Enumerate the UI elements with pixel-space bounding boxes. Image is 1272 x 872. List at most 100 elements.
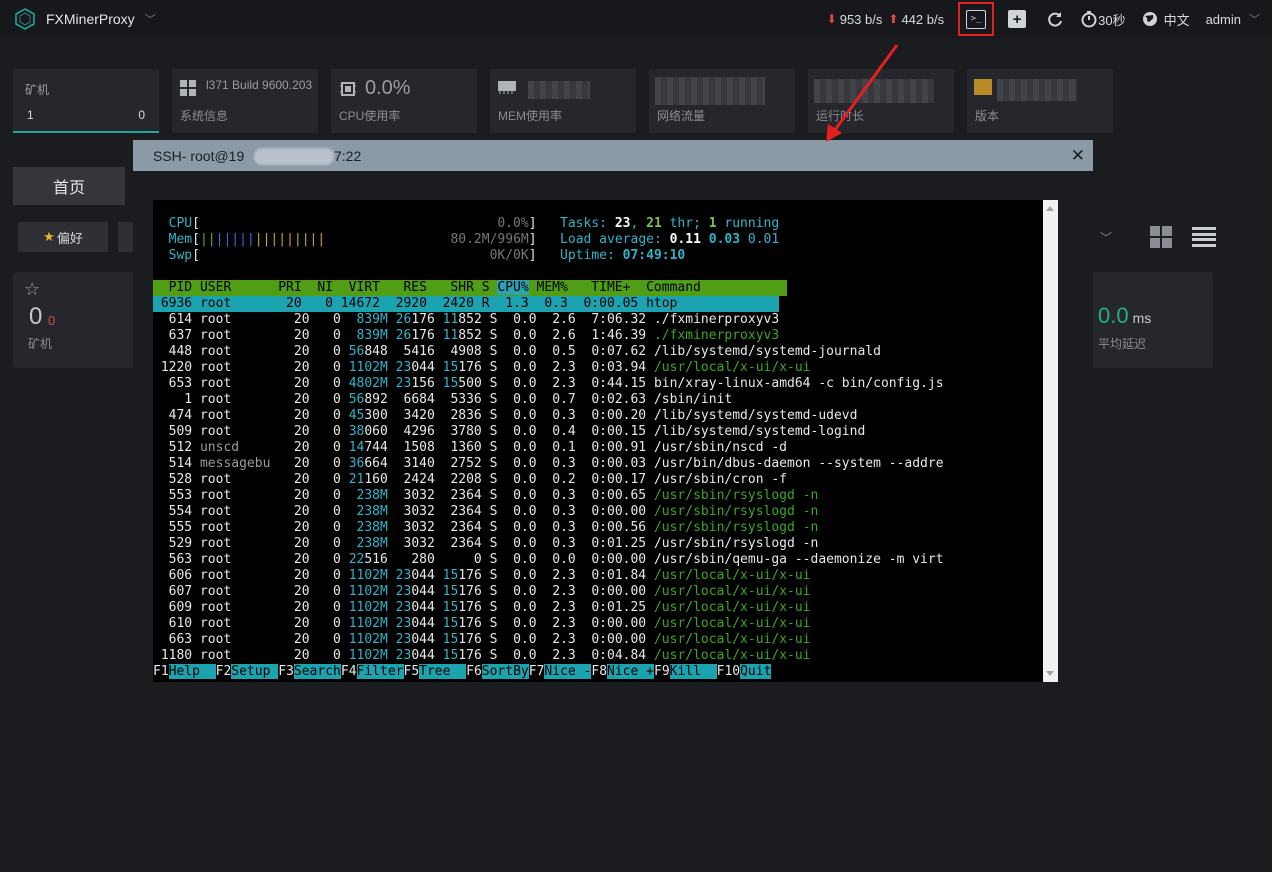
tasks-count: 23 [614,216,631,231]
mem-value: 80.2M/996M [450,232,529,247]
user-menu[interactable]: admin ﹀ [1206,11,1260,27]
process-row[interactable]: 514 messagebu 20 0 36664 3140 2752 S 0.0… [153,456,944,472]
process-row[interactable]: 653 root 20 0 4802M 23156 15500 S 0.0 2.… [153,376,944,392]
stopwatch-icon [1081,11,1097,28]
load-15: 0.01 [747,232,780,247]
scroll-up-icon[interactable] [1046,206,1054,211]
process-row[interactable]: 610 root 20 0 1102M 23044 15176 S 0.0 2.… [153,616,811,632]
fkey-f8[interactable]: F8 [591,664,607,679]
redacted-value [655,77,765,105]
process-row[interactable]: 1 root 20 0 56892 6684 5336 S 0.0 0.7 0:… [153,392,732,408]
load-1: 0.11 [669,232,701,247]
plus-icon: + [1008,10,1027,28]
selected-process-row[interactable]: 6936 root 20 0 14672 2920 2420 R 1.3 0.3… [153,296,780,312]
fkey-label[interactable]: Quit [740,664,772,679]
version-card: 版本 [967,69,1113,133]
fkey-label[interactable]: Nice - [544,664,592,679]
cpu-icon [340,82,356,96]
process-row[interactable]: 606 root 20 0 1102M 23044 15176 S 0.0 2.… [153,568,811,584]
system-version: l371 Build 9600.203 [206,78,313,92]
favorite-label: 偏好 [56,230,83,246]
interval-value: 30秒 [1098,12,1126,28]
fkey-f3[interactable]: F3 [278,664,294,679]
refresh-button[interactable] [1043,7,1067,31]
miner-offline: 0 [138,108,145,122]
chevron-down-icon[interactable]: ﹀ [1100,229,1112,246]
latency-label: 平均延迟 [1098,337,1147,351]
fkey-label[interactable]: Search [293,664,341,679]
process-row[interactable]: 607 root 20 0 1102M 23044 15176 S 0.0 2.… [153,584,811,600]
miners-count: 0 [29,303,43,330]
fkey-f2[interactable]: F2 [216,664,232,679]
process-row[interactable]: 529 root 20 0 238M 3032 2364 S 0.0 0.3 0… [153,536,819,552]
process-row[interactable]: 563 root 20 0 22516 280 0 S 0.0 0.0 0:00… [153,552,944,568]
load-5: 0.03 [708,232,741,247]
uptime-card: 运行时长 [808,69,954,133]
process-row[interactable]: 509 root 20 0 38060 4296 3780 S 0.0 0.4 … [153,424,866,440]
star-outline-icon[interactable]: ☆ [24,279,40,300]
app-name: FXMinerProxy [46,11,135,27]
close-icon[interactable]: ✕ [1071,146,1085,166]
uptime-value: 07:49:10 [622,248,686,263]
card-label: MEM使用率 [498,109,562,123]
network-card: 网络流量 [649,69,795,133]
terminal-icon[interactable]: >_ [966,9,987,29]
process-row[interactable]: 609 root 20 0 1102M 23044 15176 S 0.0 2.… [153,600,811,616]
miner-card[interactable]: 矿机 1 0 [13,69,159,133]
fkey-f10[interactable]: F10 [717,664,740,679]
card-label: 版本 [975,109,1000,123]
fkey-f5[interactable]: F5 [404,664,420,679]
mem-card: MEM使用率 [490,69,636,133]
fkey-label[interactable]: Setup [231,664,279,679]
download-rate: 953 b/s [839,11,883,27]
modal-title-suffix: 7:22 [334,147,362,164]
add-button[interactable]: + [1005,7,1029,31]
modal-header: SSH- root@19 7:22 ✕ [133,140,1093,171]
process-row[interactable]: 553 root 20 0 238M 3032 2364 S 0.0 0.3 0… [153,488,819,504]
modal-title: SSH- root@19 [153,147,245,164]
fkey-f4[interactable]: F4 [341,664,357,679]
fkey-label[interactable]: Nice + [607,664,654,679]
fkey-f6[interactable]: F6 [466,664,482,679]
process-row[interactable]: 512 unscd 20 0 14744 1508 1360 S 0.0 0.1… [153,440,787,456]
refresh-interval[interactable]: 30秒 [1080,10,1126,29]
cpu-value: 0.0% [497,216,529,231]
scroll-down-icon[interactable] [1046,671,1054,676]
cpu-usage: 0.0% [365,77,411,99]
fkey-label[interactable]: Tree [419,664,467,679]
process-row[interactable]: 637 root 20 0 839M 26176 11852 S 0.0 2.6… [153,328,780,344]
download-icon: ⬇ [826,12,837,26]
list-view-icon[interactable] [1192,227,1217,247]
card-label: 运行时长 [816,109,865,123]
fkey-f9[interactable]: F9 [654,664,670,679]
process-row[interactable]: 528 root 20 0 21160 2424 2208 S 0.0 0.2 … [153,472,787,488]
miners-offline: 0 [48,313,56,328]
process-row[interactable]: 555 root 20 0 238M 3032 2364 S 0.0 0.3 0… [153,520,819,536]
running-count: 1 [708,216,717,231]
chevron-down-icon: ﹀ [1249,14,1260,26]
process-row[interactable]: 663 root 20 0 1102M 23044 15176 S 0.0 2.… [153,632,811,648]
fkey-label[interactable]: Filter [356,664,404,679]
grid-view-icon[interactable] [1150,226,1173,248]
brand[interactable]: FXMinerProxy ﹀ [14,8,156,30]
process-row[interactable]: 1220 root 20 0 1102M 23044 15176 S 0.0 2… [153,360,811,376]
language-switch[interactable]: 中文 [1142,10,1190,29]
process-row[interactable]: 614 root 20 0 839M 26176 11852 S 0.0 2.6… [153,312,780,328]
process-row[interactable]: 554 root 20 0 238M 3032 2364 S 0.0 0.3 0… [153,504,819,520]
view-controls: ﹀ [1100,226,1217,248]
chevron-down-icon: ﹀ [144,14,156,26]
process-table-header[interactable]: PID USER PRI NI VIRT RES SHR S CPU% MEM%… [153,280,787,296]
process-row[interactable]: 448 root 20 0 56848 5416 4908 S 0.0 0.5 … [153,344,881,360]
process-row[interactable]: 474 root 20 0 45300 3420 2836 S 0.0 0.3 … [153,408,858,424]
tab-home[interactable]: 首页 [13,167,125,205]
favorite-button[interactable]: ★ 偏好 [18,222,108,252]
terminal-scrollbar[interactable] [1043,200,1058,682]
fkey-f7[interactable]: F7 [529,664,545,679]
fkey-label[interactable]: Help [168,664,216,679]
fkey-label[interactable]: SortBy [481,664,529,679]
fkey-label[interactable]: Kill [669,664,717,679]
network-rate: ⬇ 953 b/s ⬆ 442 b/s [827,12,944,27]
fkey-f1[interactable]: F1 [153,664,169,679]
process-row[interactable]: 1180 root 20 0 1102M 23044 15176 S 0.0 2… [153,648,811,664]
terminal-screen[interactable]: CPU[ 0.0%] Tasks: 23, 21 thr; 1 running … [153,200,1058,682]
